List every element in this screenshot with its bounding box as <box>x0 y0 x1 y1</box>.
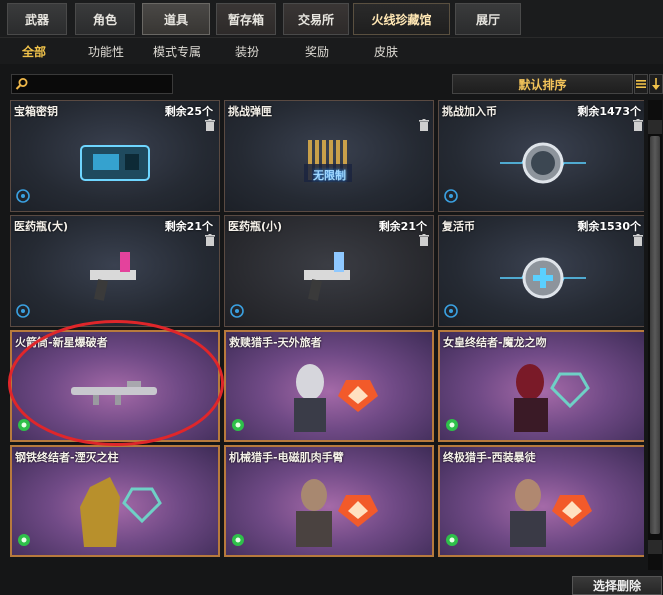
search-input[interactable] <box>32 76 170 92</box>
character-portrait <box>296 479 378 548</box>
trash-icon[interactable] <box>205 234 215 246</box>
tab-collection-hall[interactable]: 火线珍藏馆 <box>353 3 450 35</box>
item-badge-icon <box>16 304 30 318</box>
select-delete-button[interactable]: 选择删除 <box>572 576 662 595</box>
subtab-reward[interactable]: 奖励 <box>305 43 329 60</box>
item-card[interactable]: 挑战弹匣 无限制 <box>224 100 434 212</box>
item-count: 剩余25个 <box>164 105 213 118</box>
tab-exchange[interactable]: 交易所 <box>283 3 349 35</box>
list-view-icon[interactable] <box>634 74 648 94</box>
item-badge-icon <box>444 189 458 203</box>
item-name: 复活币 <box>442 220 475 233</box>
item-grid: 宝箱密钥 剩余25个 挑战弹匣 无限制 挑战加入币 剩余1473个 医药瓶(大)… <box>10 100 644 570</box>
item-name: 医药瓶(小) <box>228 220 283 233</box>
scroll-down-arrow-icon[interactable] <box>648 540 662 554</box>
item-name: 终极猎手-西装暴徒 <box>443 451 536 464</box>
item-badge-icon <box>18 534 30 546</box>
key-card-icon <box>80 144 150 181</box>
item-count: 剩余1530个 <box>577 220 641 233</box>
subtab-mode-exclusive[interactable]: 模式专属 <box>153 43 201 60</box>
item-card[interactable]: 医药瓶(大) 剩余21个 <box>10 215 220 327</box>
item-badge-icon <box>446 534 458 546</box>
sub-tab-bar: 全部 功能性 模式专属 装扮 奖励 皮肤 <box>0 38 663 64</box>
tab-storage[interactable]: 暂存箱 <box>216 3 276 35</box>
item-badge-icon <box>446 419 458 431</box>
item-card[interactable]: 挑战加入币 剩余1473个 <box>438 100 644 212</box>
item-name: 医药瓶(大) <box>14 220 69 233</box>
item-name: 宝箱密钥 <box>14 105 58 118</box>
item-badge-icon <box>232 534 244 546</box>
item-count: 剩余1473个 <box>577 105 641 118</box>
search-icon <box>15 78 28 90</box>
item-badge-icon <box>232 419 244 431</box>
top-tab-bar: 武器 角色 道具 暂存箱 交易所 火线珍藏馆 展厅 <box>0 0 663 38</box>
character-portrait <box>514 364 590 433</box>
search-box[interactable] <box>11 74 173 94</box>
item-name: 挑战弹匣 <box>228 105 272 118</box>
item-name: 钢铁终结者-湮灭之柱 <box>15 451 119 464</box>
tab-characters[interactable]: 角色 <box>75 3 135 35</box>
character-portrait <box>80 477 162 548</box>
trash-icon[interactable] <box>633 119 643 131</box>
character-portrait <box>294 364 378 433</box>
tab-showroom[interactable]: 展厅 <box>455 3 521 35</box>
unlimited-tag: 无限制 <box>313 169 346 182</box>
item-name: 救赎猎手-天外旅者 <box>229 336 322 349</box>
item-card[interactable]: 钢铁终结者-湮灭之柱 <box>10 445 220 557</box>
item-card[interactable]: 复活币 剩余1530个 <box>438 215 644 327</box>
item-name: 挑战加入币 <box>442 105 497 118</box>
item-card[interactable]: 宝箱密钥 剩余25个 <box>10 100 220 212</box>
subtab-outfit[interactable]: 装扮 <box>235 43 259 60</box>
trash-icon[interactable] <box>419 119 429 131</box>
item-badge-icon <box>230 304 244 318</box>
item-name: 女皇终结者-魔龙之吻 <box>443 336 547 349</box>
item-card[interactable]: 机械猎手-电磁肌肉手臂 <box>224 445 434 557</box>
medkit-gun-icon <box>304 251 350 301</box>
item-name: 机械猎手-电磁肌肉手臂 <box>229 451 344 464</box>
medkit-gun-icon <box>90 251 136 301</box>
scroll-up-arrow-icon[interactable] <box>648 120 662 134</box>
character-portrait <box>510 479 592 548</box>
scroll-thumb[interactable] <box>650 136 660 534</box>
item-badge-icon <box>444 304 458 318</box>
trash-icon[interactable] <box>205 119 215 131</box>
item-card[interactable]: 女皇终结者-魔龙之吻 <box>438 330 644 442</box>
item-badge-icon <box>16 189 30 203</box>
item-card[interactable]: 火箭筒-新星爆破者 <box>10 330 220 442</box>
item-name: 火箭筒-新星爆破者 <box>15 336 108 349</box>
subtab-skin[interactable]: 皮肤 <box>374 43 398 60</box>
subtab-functional[interactable]: 功能性 <box>88 43 124 60</box>
sort-order-icon[interactable] <box>649 74 663 94</box>
trash-icon[interactable] <box>633 234 643 246</box>
revive-coin-icon <box>500 257 586 299</box>
item-card[interactable]: 救赎猎手-天外旅者 <box>224 330 434 442</box>
sort-label: 默认排序 <box>518 77 567 92</box>
item-card[interactable]: 终极猎手-西装暴徒 <box>438 445 644 557</box>
subtab-all[interactable]: 全部 <box>22 43 46 60</box>
tab-items[interactable]: 道具 <box>142 3 210 35</box>
sort-dropdown[interactable]: 默认排序 <box>452 74 633 94</box>
trash-icon[interactable] <box>419 234 429 246</box>
challenge-coin-icon <box>500 142 586 184</box>
item-count: 剩余21个 <box>164 220 213 233</box>
rocket-launcher-icon <box>71 381 157 406</box>
item-badge-icon <box>18 419 30 431</box>
tab-weapons[interactable]: 武器 <box>7 3 67 35</box>
item-count: 剩余21个 <box>378 220 427 233</box>
item-card[interactable]: 医药瓶(小) 剩余21个 <box>224 215 434 327</box>
